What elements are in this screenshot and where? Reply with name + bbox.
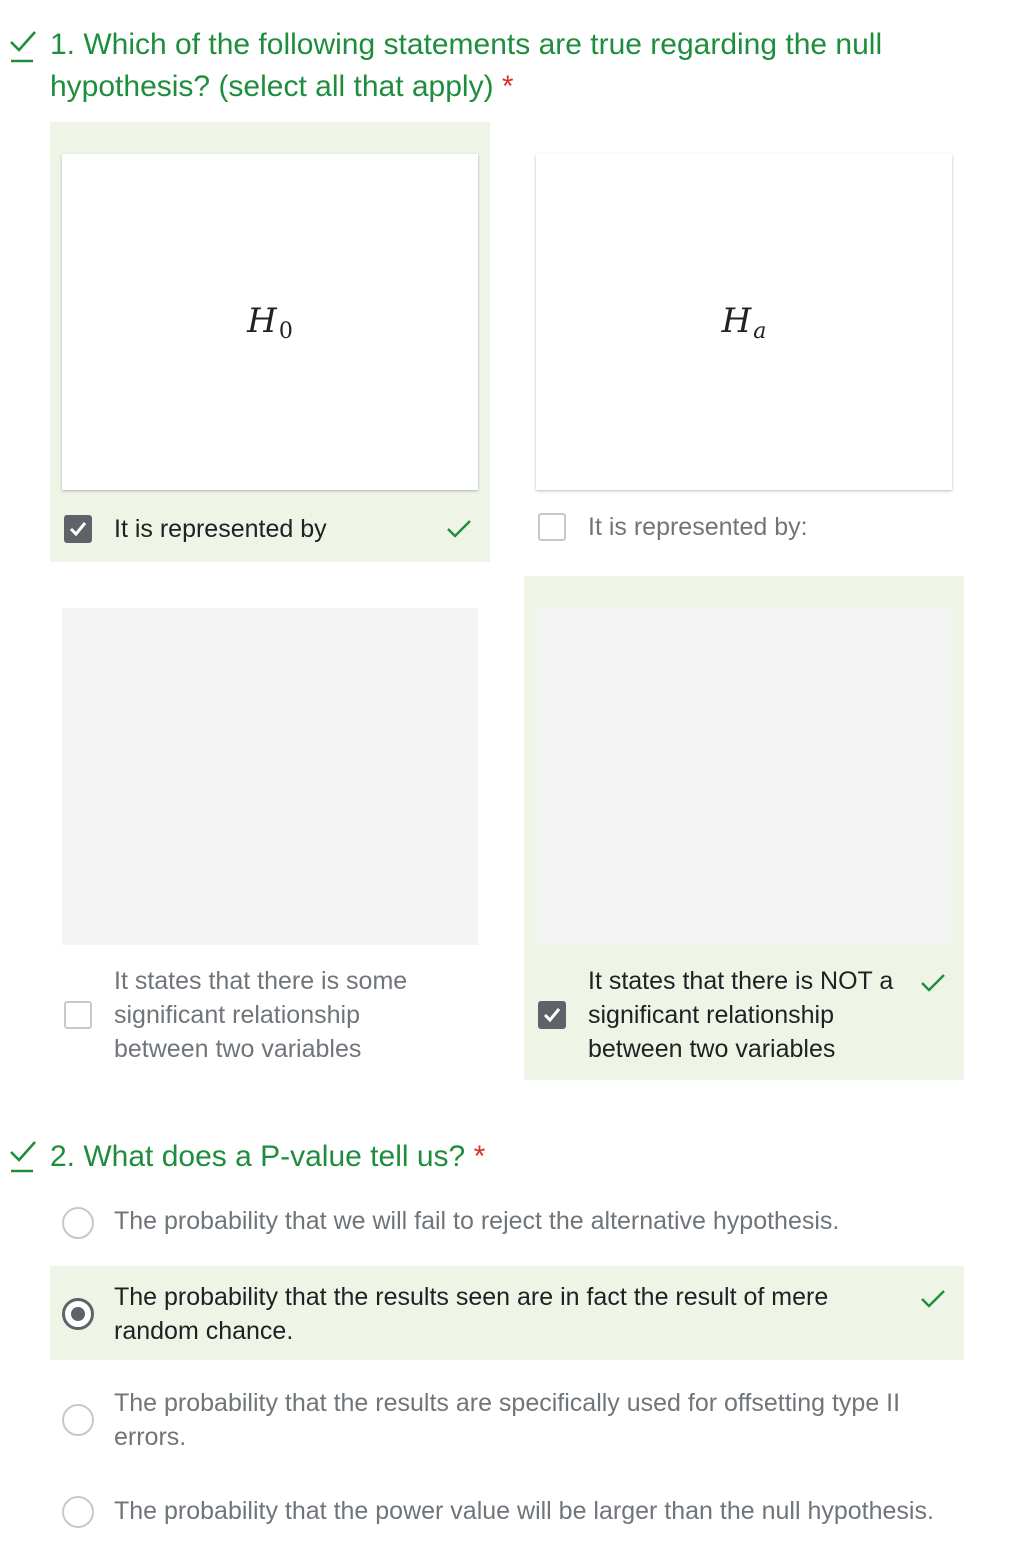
option-2-label: It is represented by: (588, 513, 808, 541)
checkbox-option-2[interactable] (538, 513, 566, 541)
option-3-label: It states that there is some significant… (114, 967, 408, 1063)
option-image-ha: Ha (536, 154, 952, 490)
option-image-placeholder-3 (62, 608, 478, 945)
q2-option-4-label: The probability that the power value wil… (114, 1497, 934, 1525)
radio-option-4[interactable] (62, 1496, 94, 1528)
question-1-title: 1. Which of the following statements are… (50, 28, 883, 103)
radio-option-2[interactable] (62, 1298, 94, 1330)
q2-option-2-label: The probability that the results seen ar… (114, 1283, 829, 1345)
required-mark: * (501, 70, 514, 103)
required-mark: * (473, 1140, 486, 1173)
q2-option-1-label: The probability that we will fail to rej… (114, 1207, 840, 1235)
checkbox-option-4[interactable] (538, 1001, 566, 1029)
option-4-label: It states that there is NOT a significan… (588, 967, 894, 1063)
q2-option-3-label: The probability that the results are spe… (114, 1389, 901, 1451)
radio-option-1[interactable] (62, 1207, 94, 1239)
option-image-placeholder-4 (536, 608, 952, 945)
checkbox-option-3[interactable] (64, 1001, 92, 1029)
math-h0: H0 (247, 300, 293, 344)
question-1-correct-icon (8, 28, 38, 64)
question-2-title: 2. What does a P-value tell us? * (50, 1140, 486, 1173)
math-ha: Ha (721, 300, 767, 344)
checkbox-option-1[interactable] (64, 515, 92, 543)
correct-check-icon (446, 518, 472, 540)
correct-check-icon (920, 1288, 946, 1310)
option-image-h0: H0 (62, 154, 478, 490)
correct-check-icon (920, 972, 946, 994)
radio-option-3[interactable] (62, 1404, 94, 1436)
question-2-correct-icon (8, 1138, 38, 1174)
option-1-label: It is represented by (114, 515, 327, 543)
